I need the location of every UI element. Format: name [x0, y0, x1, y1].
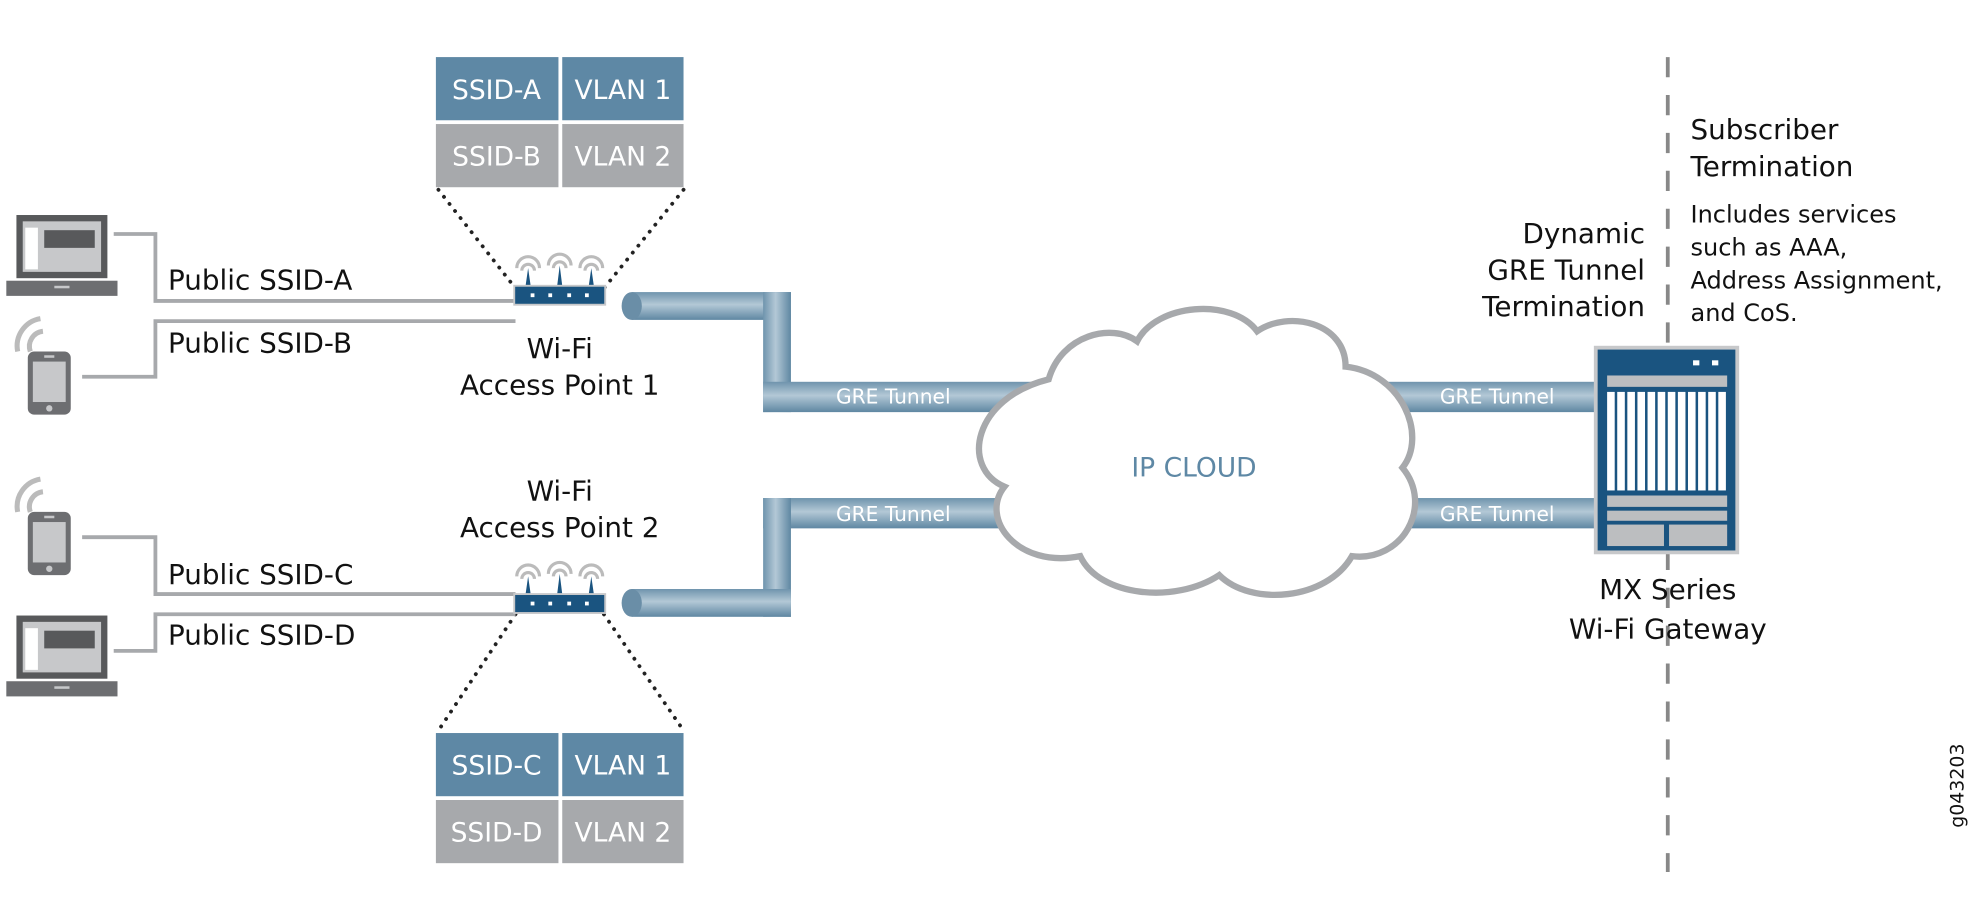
subscriber-title: Subscriber — [1691, 113, 1839, 146]
cell: VLAN 1 — [574, 75, 671, 106]
subscriber-desc: Includes services — [1691, 201, 1897, 229]
zoom-dotted-lines — [436, 187, 686, 291]
gateway-label: MX Series — [1599, 573, 1736, 606]
subscriber-desc: Address Assignment, — [1691, 266, 1943, 294]
bottom-ssid-vlan-table: SSID-C VLAN 1 SSID-D VLAN 2 — [435, 733, 684, 864]
cell: SSID-B — [452, 142, 541, 173]
ap1-label: Wi-Fi — [527, 332, 593, 365]
wifi-access-point-icon — [512, 560, 607, 615]
subscriber-title: Termination — [1690, 150, 1854, 183]
tunnel-label: GRE Tunnel — [836, 502, 951, 526]
tunnel-label: GRE Tunnel — [836, 384, 951, 408]
tunnel-label: GRE Tunnel — [1440, 384, 1555, 408]
zoom-dotted-lines — [436, 612, 686, 733]
gre-termination-label: Dynamic — [1522, 217, 1645, 250]
subscriber-desc: and CoS. — [1691, 299, 1798, 327]
subscriber-desc: such as AAA, — [1691, 233, 1848, 261]
laptop-icon — [6, 215, 118, 296]
gre-termination-label: GRE Tunnel — [1487, 253, 1645, 286]
cell: VLAN 2 — [574, 142, 671, 173]
gateway-label: Wi-Fi Gateway — [1569, 612, 1767, 645]
ap2-label: Wi-Fi — [527, 475, 593, 508]
ap1-label: Access Point 1 — [460, 368, 659, 401]
link-label: Public SSID-C — [168, 558, 353, 591]
link-label: Public SSID-D — [168, 619, 355, 652]
laptop-icon — [6, 615, 118, 697]
cell: SSID-C — [452, 751, 542, 782]
tunnel-label: GRE Tunnel — [1440, 502, 1555, 526]
cell: SSID-D — [451, 818, 543, 849]
cell: VLAN 2 — [574, 818, 671, 849]
cell: SSID-A — [452, 75, 541, 106]
smartphone-icon — [17, 319, 71, 415]
top-ssid-vlan-table: SSID-A VLAN 1 SSID-B VLAN 2 — [435, 57, 684, 188]
gre-termination-label: Termination — [1481, 290, 1645, 323]
mx-series-router-icon — [1593, 345, 1740, 555]
network-diagram: SSID-A VLAN 1 SSID-B VLAN 2 SSID-C VLAN … — [6, 57, 1968, 873]
ap2-label: Access Point 2 — [460, 511, 659, 544]
cell: VLAN 1 — [574, 751, 671, 782]
figure-id: g043203 — [1946, 743, 1968, 827]
wifi-access-point-icon — [512, 252, 607, 307]
cloud-label: IP CLOUD — [1131, 453, 1256, 484]
smartphone-icon — [17, 479, 71, 575]
link-label: Public SSID-A — [168, 264, 352, 297]
link-label: Public SSID-B — [168, 327, 352, 360]
